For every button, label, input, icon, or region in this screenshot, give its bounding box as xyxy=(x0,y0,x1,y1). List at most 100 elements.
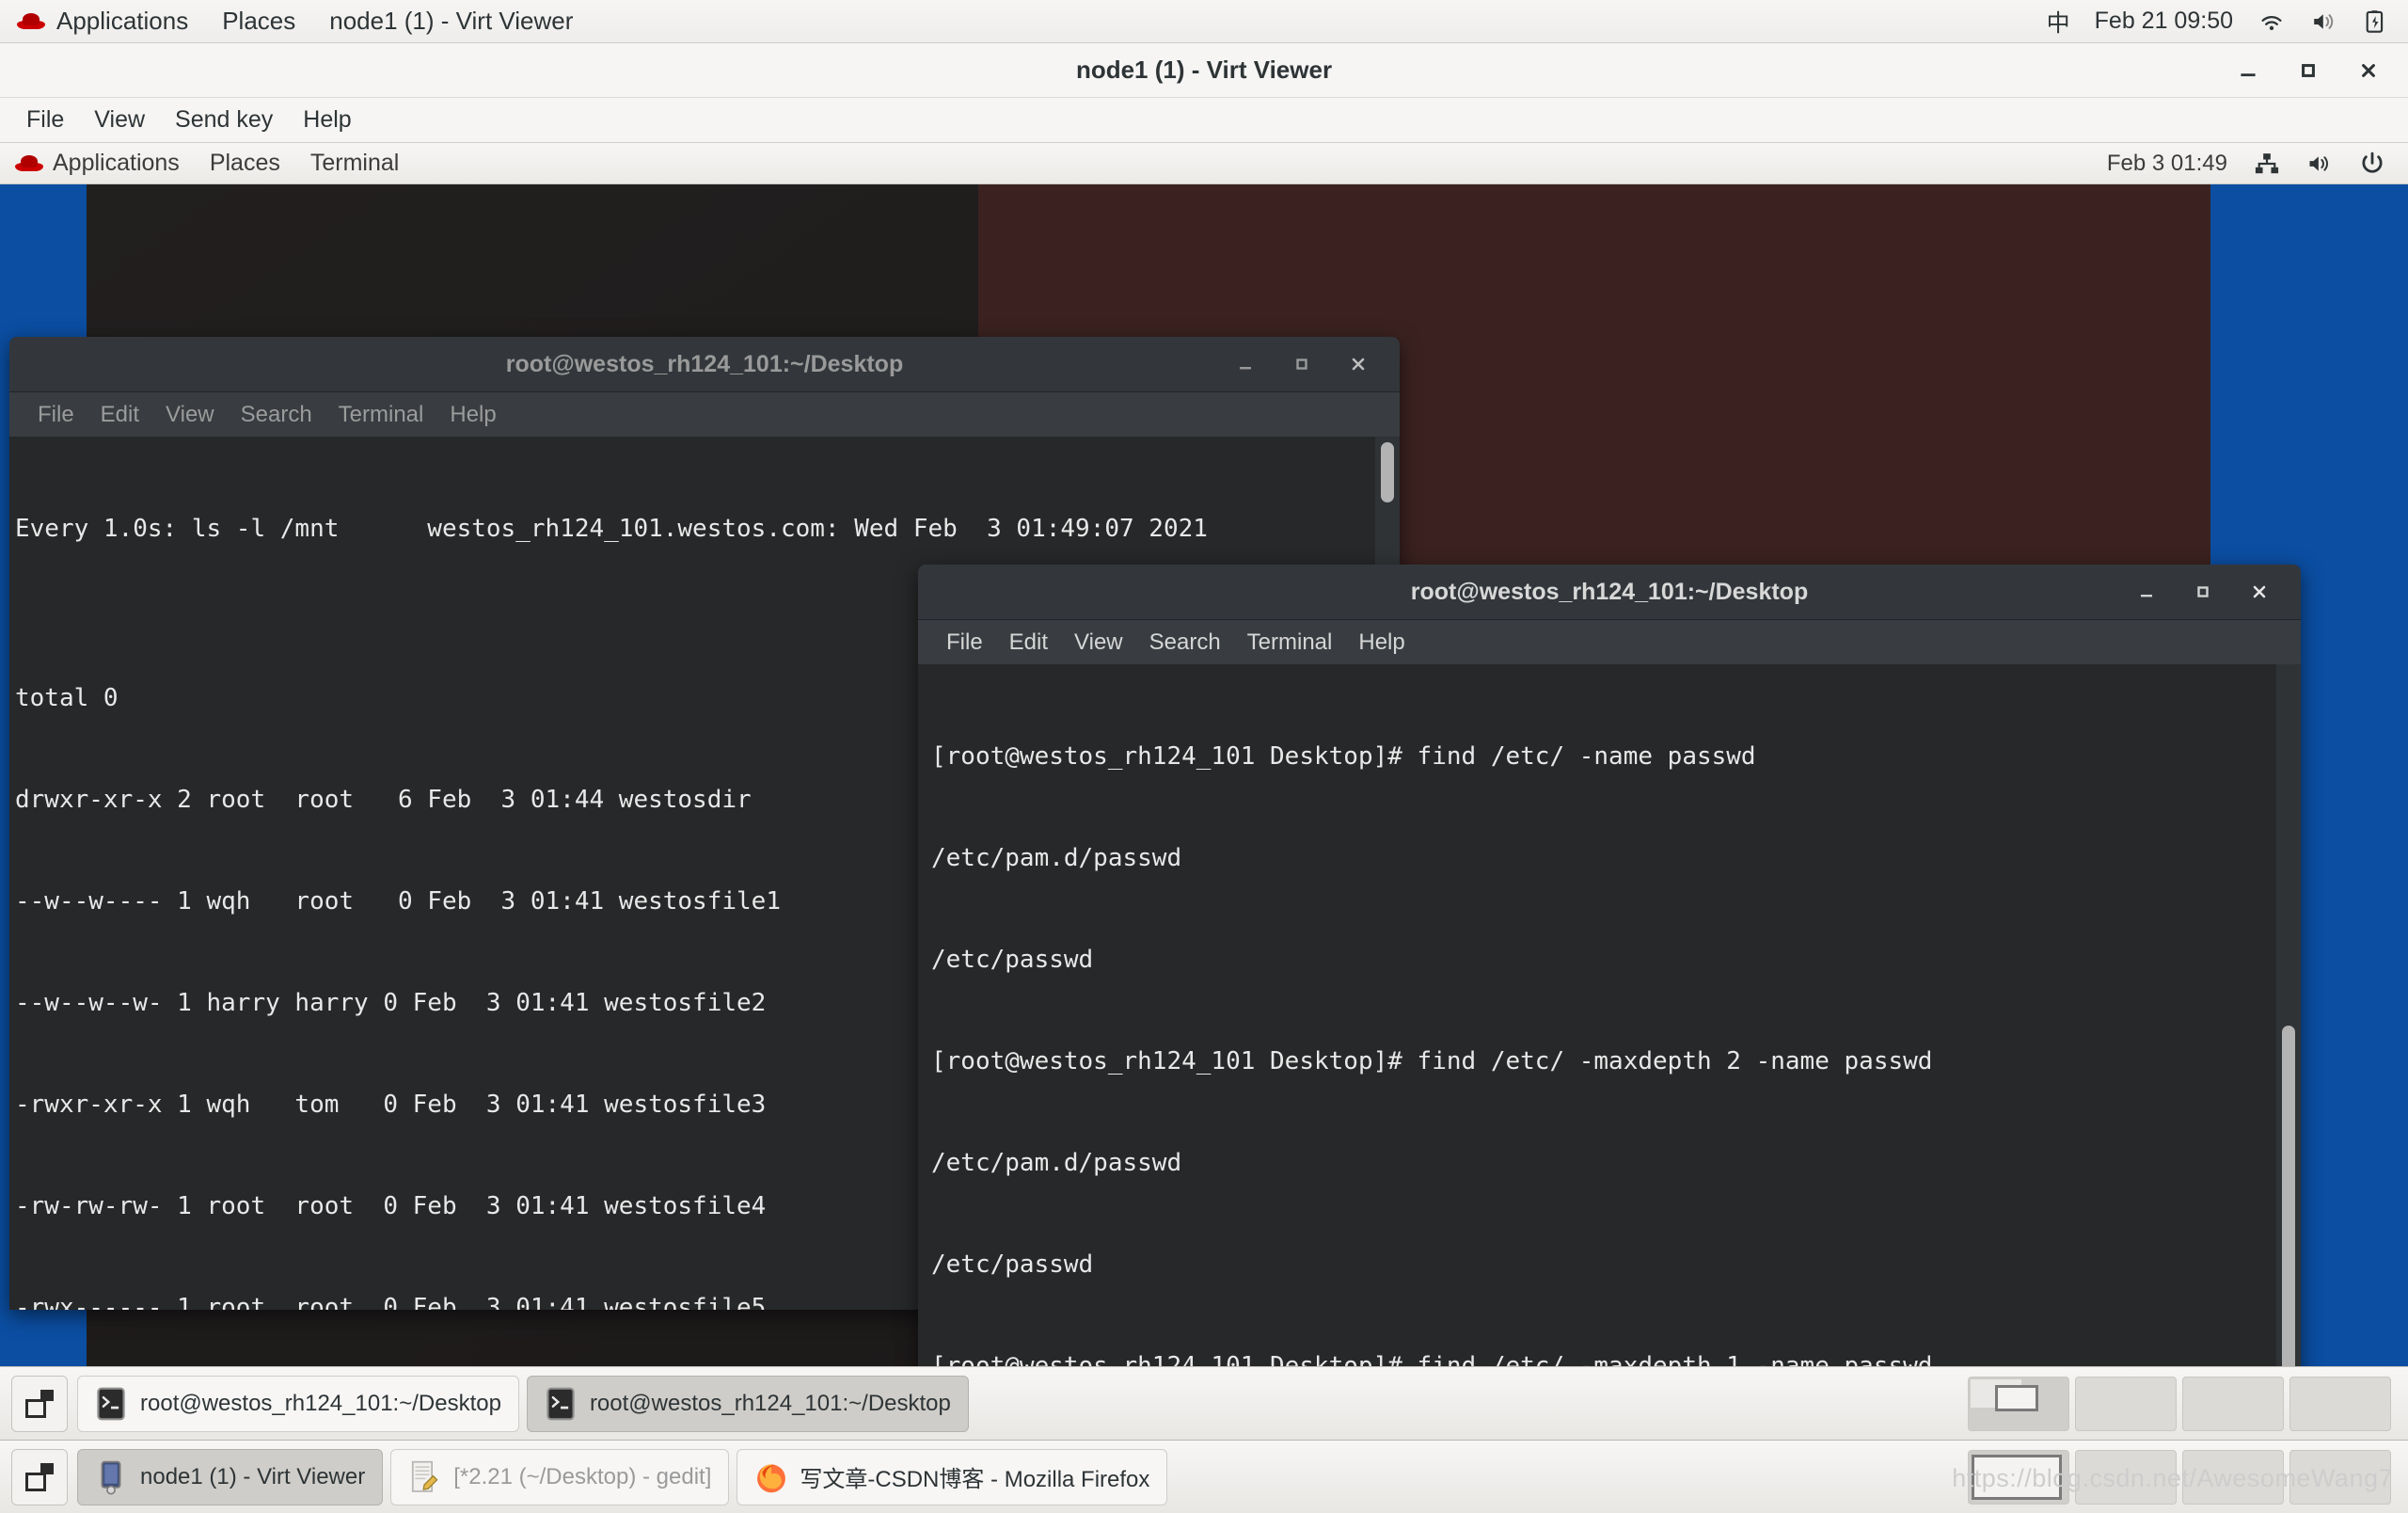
workspace-2[interactable] xyxy=(2075,1376,2177,1431)
network-icon[interactable] xyxy=(2254,151,2280,176)
workspace-1[interactable] xyxy=(1968,1376,2069,1431)
host-window-menu[interactable]: node1 (1) - Virt Viewer xyxy=(312,0,590,43)
minimize-button[interactable] xyxy=(2118,565,2175,619)
close-button[interactable] xyxy=(1330,337,1386,391)
taskbar-item-gedit[interactable]: [*2.21 (~/Desktop) - gedit] xyxy=(390,1448,730,1505)
menu-file[interactable]: File xyxy=(933,620,996,665)
menu-file[interactable]: File xyxy=(11,98,79,143)
host-applications-menu[interactable]: Applications xyxy=(0,0,205,43)
terminal-front-scrollbar-thumb[interactable] xyxy=(2282,1026,2295,1394)
redhat-hat-icon xyxy=(17,11,45,32)
host-tray: 中 Feb 21 09:50 xyxy=(2047,5,2408,39)
volume-icon[interactable] xyxy=(2306,152,2333,175)
menu-search[interactable]: Search xyxy=(1136,620,1234,665)
volume-icon[interactable] xyxy=(2310,10,2338,33)
guest-applications-menu[interactable]: Applications xyxy=(0,143,195,184)
gedit-icon xyxy=(408,1459,440,1495)
guest-applications-label: Applications xyxy=(53,150,180,176)
host-applications-label: Applications xyxy=(56,7,189,35)
guest-places-label: Places xyxy=(209,150,280,176)
terminal-icon xyxy=(95,1386,127,1422)
terminal-back-title: root@westos_rh124_101:~/Desktop xyxy=(505,350,904,377)
watermark-text: https://blog.csdn.net/AwesomeWang7 xyxy=(1952,1464,2393,1492)
battery-icon[interactable] xyxy=(2363,9,2387,34)
show-desktop-glyph xyxy=(25,1389,54,1418)
menu-help[interactable]: Help xyxy=(436,392,509,438)
terminal-back-window-controls xyxy=(1217,337,1386,391)
power-icon[interactable] xyxy=(2359,151,2385,177)
terminal-line: [root@westos_rh124_101 Desktop]# find /e… xyxy=(931,742,1756,771)
guest-places-menu[interactable]: Places xyxy=(195,143,295,184)
menu-view[interactable]: View xyxy=(152,392,228,438)
terminal-window-front[interactable]: root@westos_rh124_101:~/Desktop File Edi… xyxy=(918,565,2301,1394)
taskbar-item-label: root@westos_rh124_101:~/Desktop xyxy=(140,1390,501,1416)
close-button[interactable] xyxy=(2338,43,2399,98)
terminal-front-scrollbar[interactable] xyxy=(2276,664,2301,1394)
menu-view[interactable]: View xyxy=(79,98,160,143)
host-top-panel: Applications Places node1 (1) - Virt Vie… xyxy=(0,0,2408,43)
menu-search[interactable]: Search xyxy=(228,392,325,438)
redhat-hat-icon xyxy=(15,153,43,174)
guest-top-panel: Applications Places Terminal Feb 3 01:49 xyxy=(0,143,2408,184)
menu-edit[interactable]: Edit xyxy=(996,620,1061,665)
host-clock[interactable]: Feb 21 09:50 xyxy=(2095,8,2233,35)
terminal-front-menubar: File Edit View Search Terminal Help xyxy=(918,619,2301,664)
menu-edit[interactable]: Edit xyxy=(87,392,152,438)
terminal-front-output[interactable]: [root@westos_rh124_101 Desktop]# find /e… xyxy=(918,664,2301,1394)
minimize-button[interactable] xyxy=(2218,43,2278,98)
guest-vm-screen: Applications Places Terminal Feb 3 01:49 xyxy=(0,143,2408,1394)
virt-viewer-menubar: File View Send key Help xyxy=(0,98,2408,143)
maximize-button[interactable] xyxy=(2278,43,2338,98)
terminal-icon xyxy=(545,1386,577,1422)
menu-help[interactable]: Help xyxy=(288,98,366,143)
terminal-back-titlebar[interactable]: root@westos_rh124_101:~/Desktop xyxy=(9,337,1400,391)
menu-view[interactable]: View xyxy=(1061,620,1136,665)
menu-file[interactable]: File xyxy=(24,392,87,438)
host-places-label: Places xyxy=(222,7,296,35)
host-places-menu[interactable]: Places xyxy=(205,0,312,43)
terminal-line: Every 1.0s: ls -l /mnt westos_rh124_101.… xyxy=(15,515,1208,543)
taskbar-item-virt-viewer[interactable]: node1 (1) - Virt Viewer xyxy=(77,1448,384,1505)
virt-viewer-window-controls xyxy=(2218,43,2399,98)
terminal-line: [root@westos_rh124_101 Desktop]# find /e… xyxy=(931,1047,1933,1075)
menu-send-key[interactable]: Send key xyxy=(160,98,288,143)
taskbar-item-terminal-1[interactable]: root@westos_rh124_101:~/Desktop xyxy=(77,1375,519,1432)
show-desktop-icon[interactable] xyxy=(11,1375,68,1432)
menu-help[interactable]: Help xyxy=(1345,620,1418,665)
terminal-front-window-controls xyxy=(2118,565,2288,619)
terminal-front-titlebar[interactable]: root@westos_rh124_101:~/Desktop xyxy=(918,565,2301,619)
virt-viewer-title: node1 (1) - Virt Viewer xyxy=(1075,56,1333,84)
taskbar-item-label: node1 (1) - Virt Viewer xyxy=(140,1463,366,1489)
terminal-front-title: root@westos_rh124_101:~/Desktop xyxy=(1410,578,1809,605)
terminal-line: /etc/pam.d/passwd xyxy=(931,1149,1182,1177)
taskbar-item-label: root@westos_rh124_101:~/Desktop xyxy=(589,1390,951,1416)
guest-tray: Feb 3 01:49 xyxy=(2107,151,2408,177)
input-method-indicator[interactable]: 中 xyxy=(2047,5,2070,39)
show-desktop-glyph xyxy=(25,1462,54,1491)
guest-terminal-menu[interactable]: Terminal xyxy=(295,143,414,184)
taskbar-item-terminal-2[interactable]: root@westos_rh124_101:~/Desktop xyxy=(526,1375,969,1432)
workspace-4[interactable] xyxy=(2289,1376,2391,1431)
virt-viewer-titlebar[interactable]: node1 (1) - Virt Viewer xyxy=(0,43,2408,98)
close-button[interactable] xyxy=(2231,565,2288,619)
guest-workspace-switcher xyxy=(1968,1376,2408,1431)
terminal-back-scrollbar-thumb[interactable] xyxy=(1381,442,1394,502)
guest-clock[interactable]: Feb 3 01:49 xyxy=(2107,151,2227,177)
guest-terminal-label: Terminal xyxy=(309,150,400,176)
maximize-button[interactable] xyxy=(1274,337,1330,391)
terminal-line: /etc/passwd xyxy=(931,946,1094,974)
workspace-3[interactable] xyxy=(2182,1376,2284,1431)
show-desktop-icon[interactable] xyxy=(11,1448,68,1505)
taskbar-item-label: [*2.21 (~/Desktop) - gedit] xyxy=(453,1463,712,1489)
terminal-back-menubar: File Edit View Search Terminal Help xyxy=(9,391,1400,437)
minimize-button[interactable] xyxy=(1217,337,1274,391)
taskbar-item-firefox[interactable]: 写文章-CSDN博客 - Mozilla Firefox xyxy=(737,1448,1168,1505)
menu-terminal[interactable]: Terminal xyxy=(1234,620,1346,665)
workspace-window-thumb xyxy=(1995,1384,2038,1411)
menu-terminal[interactable]: Terminal xyxy=(325,392,437,438)
terminal-line: /etc/pam.d/passwd xyxy=(931,844,1182,872)
maximize-button[interactable] xyxy=(2175,565,2231,619)
wifi-icon[interactable] xyxy=(2258,10,2286,33)
guest-taskbar: root@westos_rh124_101:~/Desktop root@wes… xyxy=(0,1366,2408,1440)
taskbar-item-label: 写文章-CSDN博客 - Mozilla Firefox xyxy=(800,1467,1150,1492)
